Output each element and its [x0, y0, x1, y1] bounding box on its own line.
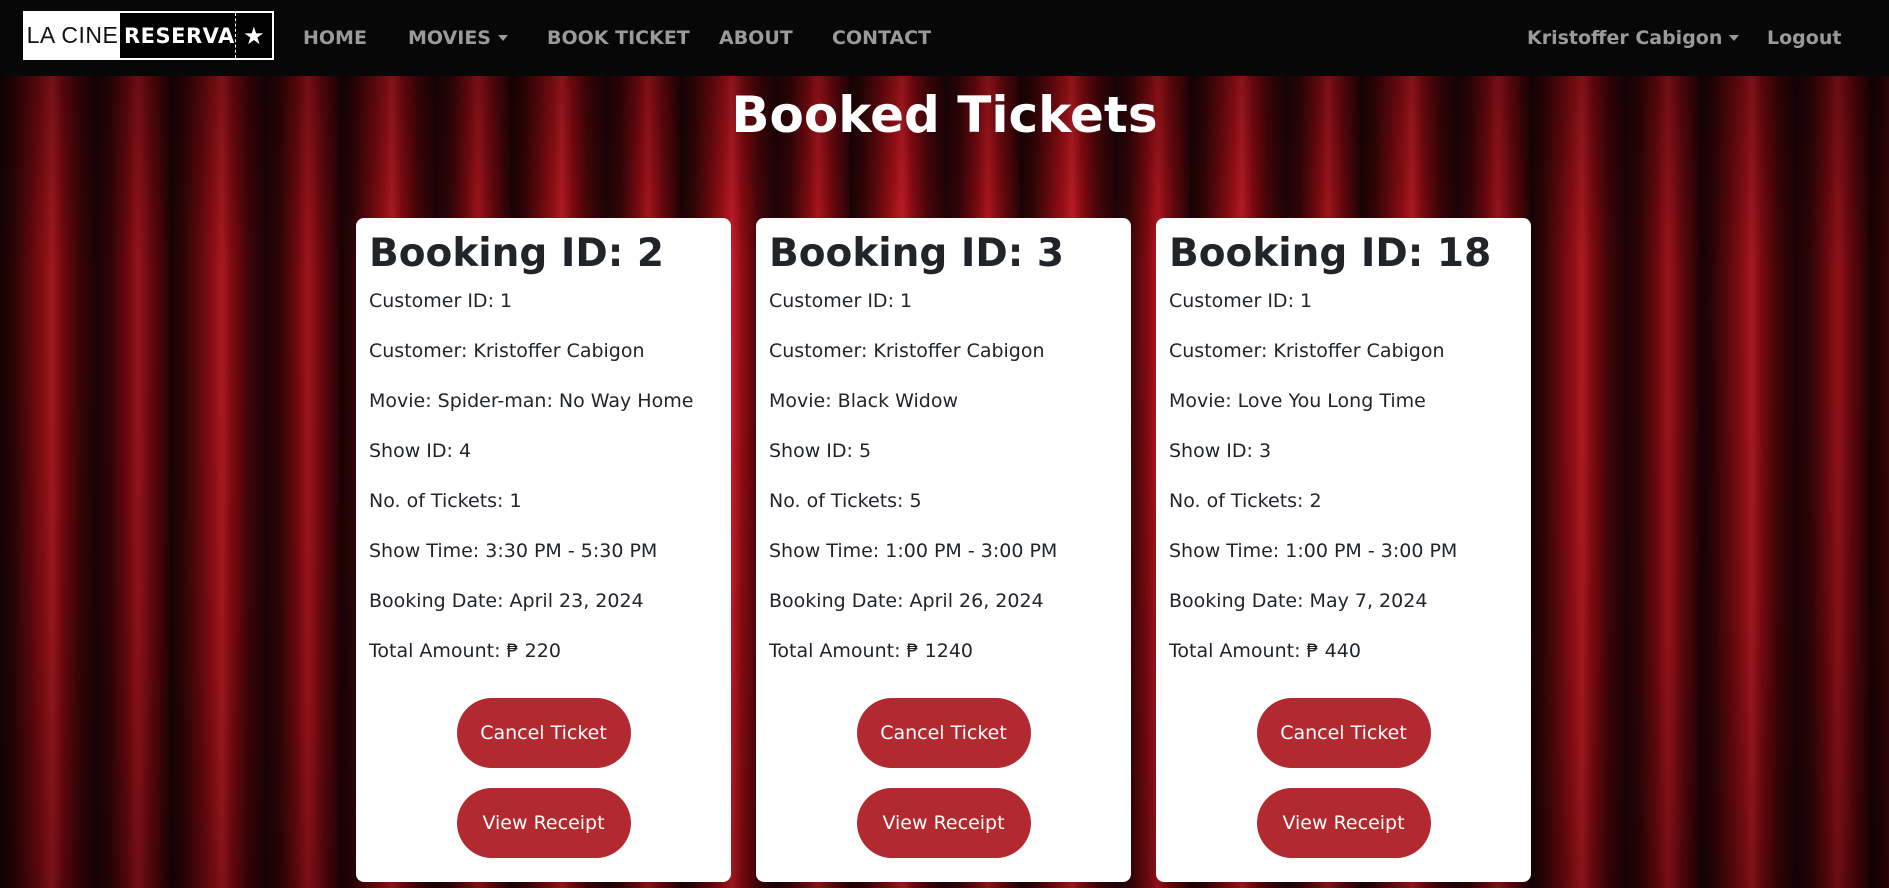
cancel-ticket-button[interactable]: Cancel Ticket [856, 698, 1031, 768]
cancel-ticket-button[interactable]: Cancel Ticket [1256, 698, 1431, 768]
ticket-count: No. of Tickets: 2 [1169, 489, 1322, 512]
booking-card: Booking ID: 18 Customer ID: 1 Customer: … [1156, 218, 1531, 882]
ticket-count: No. of Tickets: 5 [769, 489, 922, 512]
logo-text-right: RESERVA [124, 23, 235, 48]
star-icon: ★ [234, 13, 272, 58]
nav-link-home[interactable]: HOME [303, 0, 367, 76]
show-time: Show Time: 1:00 PM - 3:00 PM [1169, 539, 1458, 562]
customer-name: Customer: Kristoffer Cabigon [769, 339, 1045, 362]
booking-card: Booking ID: 2 Customer ID: 1 Customer: K… [356, 218, 731, 882]
booking-date: Booking Date: April 26, 2024 [769, 589, 1044, 612]
nav-link-book-ticket[interactable]: BOOK TICKET [547, 0, 690, 76]
view-receipt-button[interactable]: View Receipt [456, 788, 631, 858]
logo-text-left: LA CINE [25, 13, 121, 58]
customer-id: Customer ID: 1 [769, 289, 913, 312]
nav-link-about[interactable]: ABOUT [719, 0, 793, 76]
movie-title: Movie: Spider-man: No Way Home [369, 389, 694, 412]
cancel-ticket-button[interactable]: Cancel Ticket [456, 698, 631, 768]
customer-name: Customer: Kristoffer Cabigon [369, 339, 645, 362]
booking-id-heading: Booking ID: 2 [369, 231, 665, 276]
customer-id: Customer ID: 1 [369, 289, 513, 312]
show-id: Show ID: 5 [769, 439, 872, 462]
booking-id-heading: Booking ID: 3 [769, 231, 1065, 276]
customer-name: Customer: Kristoffer Cabigon [1169, 339, 1445, 362]
total-amount: Total Amount: ₱ 440 [1169, 639, 1361, 662]
nav-dropdown-movies[interactable]: MOVIES [408, 0, 508, 76]
booking-date: Booking Date: May 7, 2024 [1169, 589, 1428, 612]
booking-id-heading: Booking ID: 18 [1169, 231, 1492, 276]
show-id: Show ID: 4 [369, 439, 472, 462]
booking-card: Booking ID: 3 Customer ID: 1 Customer: K… [756, 218, 1131, 882]
user-dropdown[interactable]: Kristoffer Cabigon [1527, 0, 1740, 76]
booking-date: Booking Date: April 23, 2024 [369, 589, 644, 612]
show-id: Show ID: 3 [1169, 439, 1272, 462]
chevron-down-icon [498, 35, 508, 41]
ticket-count: No. of Tickets: 1 [369, 489, 522, 512]
chevron-down-icon [1729, 35, 1740, 41]
logout-link[interactable]: Logout [1767, 0, 1841, 76]
user-name: Kristoffer Cabigon [1527, 27, 1723, 49]
navbar: LA CINE RESERVA ★ HOME MOVIES BOOK TICKE… [0, 0, 1889, 76]
customer-id: Customer ID: 1 [1169, 289, 1313, 312]
movie-title: Movie: Black Widow [769, 389, 958, 412]
view-receipt-button[interactable]: View Receipt [1256, 788, 1431, 858]
movie-title: Movie: Love You Long Time [1169, 389, 1426, 412]
site-logo[interactable]: LA CINE RESERVA ★ [23, 11, 274, 60]
nav-movies-label: MOVIES [408, 27, 491, 49]
total-amount: Total Amount: ₱ 1240 [769, 639, 973, 662]
view-receipt-button[interactable]: View Receipt [856, 788, 1031, 858]
total-amount: Total Amount: ₱ 220 [369, 639, 561, 662]
show-time: Show Time: 3:30 PM - 5:30 PM [369, 539, 658, 562]
page-title: Booked Tickets [731, 86, 1158, 144]
nav-link-contact[interactable]: CONTACT [832, 0, 931, 76]
show-time: Show Time: 1:00 PM - 3:00 PM [769, 539, 1058, 562]
